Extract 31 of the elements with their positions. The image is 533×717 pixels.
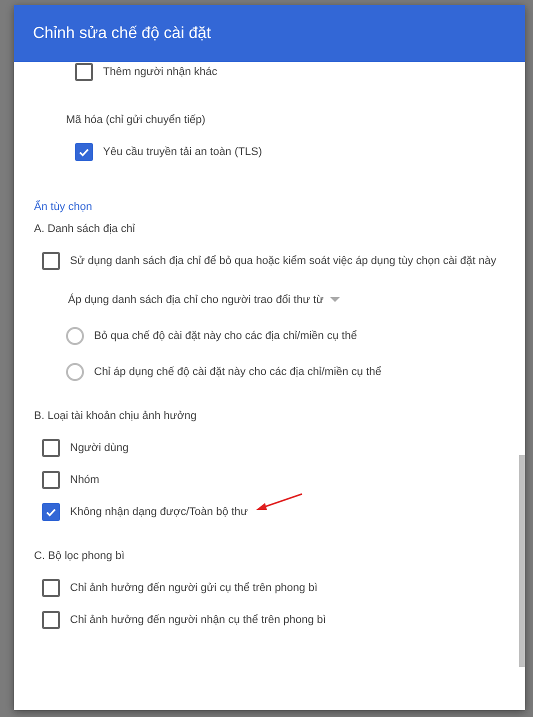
radio-label: Bỏ qua chế độ cài đặt này cho các địa chỉ/miền cụ thể xyxy=(94,330,357,342)
dropdown[interactable]: Áp dụng danh sách địa chỉ cho người trao đổi thư từ xyxy=(68,294,340,306)
check-icon xyxy=(78,146,90,158)
checkbox-label: Sử dụng danh sách địa chỉ để bỏ qua hoặc kiểm soát việc áp dụng tùy chọn cài đặt này xyxy=(70,255,496,267)
section-title: A. Danh sách địa chỉ xyxy=(34,223,135,235)
section-title: C. Bộ lọc phong bì xyxy=(34,550,125,562)
checkbox[interactable] xyxy=(42,439,60,457)
checkbox-label: Người dùng xyxy=(70,442,129,454)
section-title: B. Loại tài khoản chịu ảnh hưởng xyxy=(34,410,197,422)
checkbox[interactable] xyxy=(42,252,60,270)
checkbox-label: Không nhận dạng được/Toàn bộ thư xyxy=(70,506,248,518)
radio-label: Chỉ áp dụng chế độ cài đặt này cho các địa chỉ/miền cụ thể xyxy=(94,366,382,378)
hide-options-link[interactable]: Ẩn tùy chọn xyxy=(34,201,92,213)
caret-icon xyxy=(330,297,340,303)
checkbox[interactable] xyxy=(75,143,93,161)
checkbox-label: Yêu cầu truyền tải an toàn (TLS) xyxy=(103,146,262,158)
checkbox[interactable] xyxy=(42,503,60,521)
radio-button[interactable] xyxy=(66,327,84,345)
checkbox[interactable] xyxy=(75,63,93,81)
checkbox[interactable] xyxy=(42,471,60,489)
check-icon xyxy=(45,506,57,518)
field-label: Mã hóa (chỉ gửi chuyển tiếp) xyxy=(66,114,206,126)
radio-button[interactable] xyxy=(66,363,84,381)
checkbox-label: Nhóm xyxy=(70,474,100,486)
checkbox[interactable] xyxy=(42,579,60,597)
scrollbar-thumb[interactable] xyxy=(519,455,525,667)
checkbox-label: Thêm người nhận khác xyxy=(103,66,218,78)
checkbox[interactable] xyxy=(42,611,60,629)
checkbox-label: Chỉ ảnh hưởng đến người nhận cụ thể trên phong bì xyxy=(70,614,326,626)
checkbox-label: Chỉ ảnh hưởng đến người gửi cụ thể trên phong bì xyxy=(70,582,318,594)
dialog-title: Chỉnh sửa chế độ cài đặt xyxy=(14,5,525,62)
